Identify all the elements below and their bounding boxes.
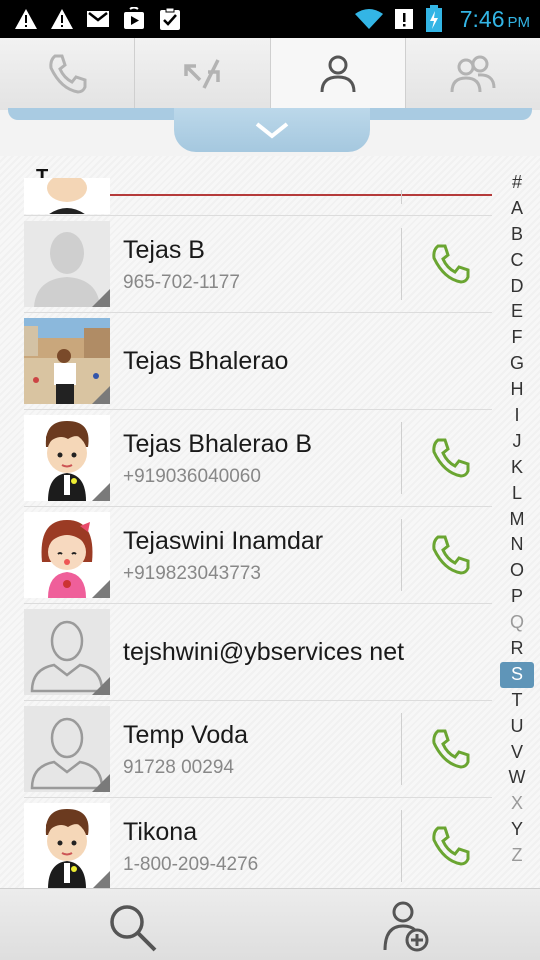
alphabet-index-letter[interactable]: L [497,481,537,507]
search-icon [110,905,157,952]
alphabet-index-letter[interactable]: Z [497,843,537,869]
list-item[interactable]: Tejas Bhalerao [24,313,492,410]
alphabet-index-letter[interactable]: O [497,558,537,584]
alphabet-index-letter[interactable]: A [497,196,537,222]
alphabet-index-letter[interactable]: U [497,714,537,740]
phone-icon [432,244,470,284]
list-item[interactable]: tejshwini@ybservices net [24,604,492,701]
groups-icon [450,55,496,93]
contact-name: Temp Voda [123,721,249,749]
status-clock: 7:46 PM [459,6,530,32]
chevron-down-icon [255,122,289,139]
contact-icon [320,55,356,93]
row-divider [401,190,402,204]
alphabet-index-letter[interactable]: W [497,765,537,791]
warning-icon [51,9,73,29]
list-item[interactable]: Tejas B 965-702-1177 [24,216,492,313]
cartoon-boy-avatar [24,178,110,214]
phone-icon [432,438,470,478]
contact-name: tejshwini@ybservices net [123,638,405,666]
call-button[interactable] [422,818,478,874]
row-divider [401,519,402,591]
call-button[interactable] [422,527,478,583]
row-divider [401,713,402,785]
alphabet-index-letter[interactable]: N [497,532,537,558]
contact-name: Tejas B [123,236,205,264]
call-log-icon [184,59,221,89]
phone-icon [49,54,87,94]
call-button[interactable] [422,236,478,292]
warning-icon [15,9,37,29]
phone-icon [432,729,470,769]
row-divider [401,422,402,494]
play-store-icon [124,7,144,29]
phone-icon [432,535,470,575]
row-divider [401,810,402,882]
list-item[interactable]: Tejas Bhalerao B +919036040060 [24,410,492,507]
cartoon-boy-avatar [24,803,110,888]
contact-name: Tejas Bhalerao B [123,430,313,458]
cartoon-boy-avatar [24,415,110,501]
contact-number: 91728 00294 [123,757,234,778]
alphabet-index-letter[interactable]: M [497,507,537,533]
outline-person-icon [24,609,110,695]
search-button[interactable] [104,899,160,955]
alphabet-index-letter[interactable]: C [497,248,537,274]
cartoon-girl-avatar [24,512,110,598]
call-button[interactable] [422,721,478,777]
alphabet-index-letter[interactable]: R [497,636,537,662]
contact-name: Tejas Bhalerao [123,347,289,375]
alphabet-index-letter[interactable]: Q [497,610,537,636]
alphabet-index-letter[interactable]: F [497,325,537,351]
alphabet-index-letter[interactable]: G [497,351,537,377]
battery-charging-icon [426,5,442,32]
bottom-action-bar [0,888,540,960]
alphabet-index-letter[interactable]: B [497,222,537,248]
default-person-icon [24,221,110,307]
contact-number: 1-800-209-4276 [123,854,259,875]
alphabet-index-letter[interactable]: P [497,584,537,610]
call-button[interactable] [422,430,478,486]
alphabet-index-letter[interactable]: S [500,661,534,688]
contact-number: +919036040060 [123,466,261,487]
alphabet-index-letter[interactable]: K [497,455,537,481]
add-contact-button[interactable] [378,899,434,955]
alphabet-index-letter[interactable]: I [497,403,537,429]
alphabet-index-letter[interactable]: Y [497,817,537,843]
alphabet-index[interactable]: # A B C D E F G H I J K L M N O P Q R S T U V W X Y Z [497,170,537,869]
list-item[interactable]: Temp Voda 91728 00294 [24,701,492,798]
status-bar: 7:46 PM [0,0,540,38]
expand-handle[interactable] [174,108,370,152]
contact-name: Tikona [123,818,198,846]
add-contact-icon [383,901,429,952]
contact-name: Tejaswini Inamdar [123,527,324,555]
list-item[interactable]: Tejaswini Inamdar +919823043773 [24,507,492,604]
contact-list[interactable]: T Tejas B 965-702-1177 Tejas Bhalerao Te… [0,156,540,888]
alphabet-index-letter[interactable]: J [497,429,537,455]
alphabet-index-letter[interactable]: E [497,299,537,325]
alphabet-index-letter[interactable]: T [497,688,537,714]
tab-bar [0,38,540,110]
partial-list-item[interactable] [24,178,492,216]
row-divider [401,228,402,300]
list-item[interactable]: Tikona 1-800-209-4276 [24,798,492,888]
tab-groups[interactable] [405,38,540,110]
alphabet-index-letter[interactable]: X [497,791,537,817]
contact-number: 965-702-1177 [123,272,240,293]
tab-contacts[interactable] [270,38,406,110]
wifi-icon [355,9,383,29]
alert-icon [395,9,413,29]
alphabet-index-letter[interactable]: V [497,740,537,766]
alphabet-index-letter[interactable]: # [497,170,537,196]
phone-icon [432,826,470,866]
alphabet-index-letter[interactable]: D [497,274,537,300]
gmail-icon [87,11,109,27]
outline-person-icon [24,706,110,792]
tab-call-log[interactable] [135,38,271,110]
contact-number: +919823043773 [123,563,261,584]
alphabet-index-letter[interactable]: H [497,377,537,403]
tab-dialer[interactable] [0,38,136,110]
photo-avatar [24,318,110,404]
clipboard-check-icon [160,7,180,30]
